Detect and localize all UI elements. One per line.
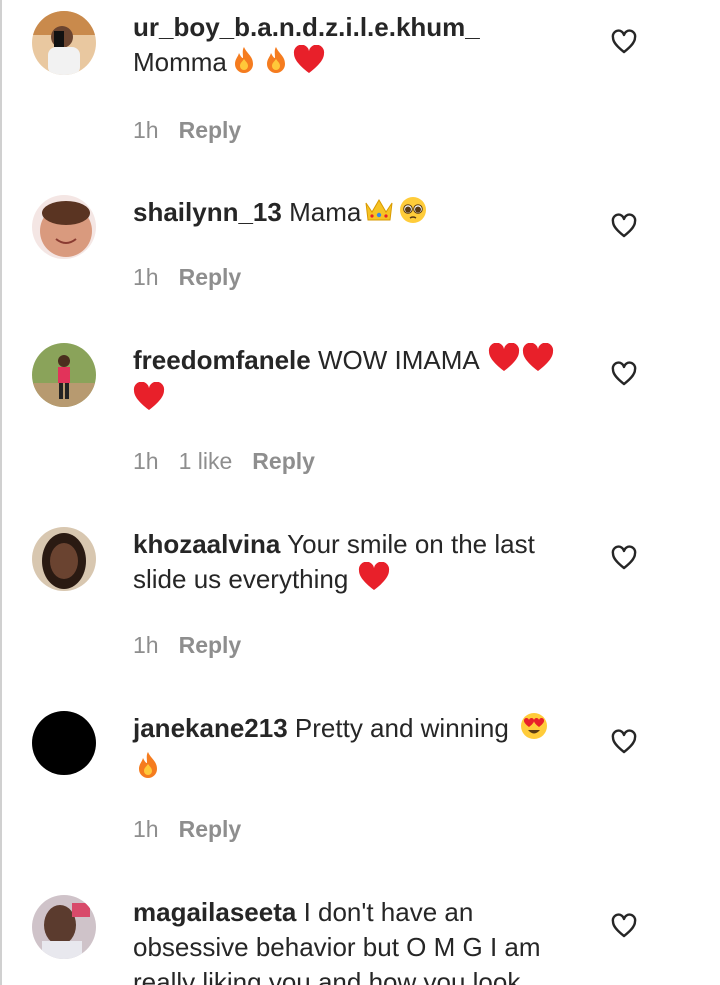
avatar[interactable] <box>32 895 96 959</box>
red-heart-icon <box>133 381 165 421</box>
comment-meta: 1h Reply <box>133 632 261 659</box>
like-heart-icon[interactable] <box>610 212 638 240</box>
comment-text: khozaalvina Your smile on the last slide… <box>133 527 583 601</box>
reply-button[interactable]: Reply <box>179 264 242 291</box>
comment-username[interactable]: ur_boy_b.a.n.d.z.i.l.e.khum_ <box>133 12 480 42</box>
red-heart-icon <box>358 561 390 601</box>
like-heart-icon[interactable] <box>610 912 638 940</box>
reply-button[interactable]: Reply <box>252 448 315 475</box>
fire-icon <box>229 45 259 84</box>
comment-body: Pretty and winning <box>294 713 509 743</box>
comment-time: 1h <box>133 816 159 842</box>
heart-eyes-icon <box>518 711 550 750</box>
comment-username[interactable]: magailaseeta <box>133 897 296 927</box>
comment-text: ur_boy_b.a.n.d.z.i.l.e.khum_ Momma <box>133 10 583 84</box>
comment-username[interactable]: freedomfanele <box>133 345 311 375</box>
red-heart-icon <box>488 342 520 382</box>
left-divider <box>0 0 2 985</box>
comment-text: magailaseeta I don't have an obsessive b… <box>133 895 583 985</box>
avatar[interactable] <box>32 11 96 75</box>
pleading-face-icon <box>397 195 429 234</box>
like-heart-icon[interactable] <box>610 28 638 56</box>
comment-item: magailaseeta I don't have an obsessive b… <box>0 883 720 985</box>
crown-icon <box>363 195 395 234</box>
like-heart-icon[interactable] <box>610 544 638 572</box>
reply-button[interactable]: Reply <box>179 632 242 659</box>
comment-meta: 1h Reply <box>133 816 261 843</box>
reply-button[interactable]: Reply <box>179 816 242 843</box>
comment-body: WOW IMAMA <box>317 345 479 375</box>
red-heart-icon <box>522 342 554 382</box>
comment-time: 1h <box>133 117 159 143</box>
comment-username[interactable]: janekane213 <box>133 713 288 743</box>
like-heart-icon[interactable] <box>610 728 638 756</box>
comment-text: janekane213 Pretty and winning <box>133 711 583 789</box>
comment-username[interactable]: khozaalvina <box>133 529 280 559</box>
reply-button[interactable]: Reply <box>179 117 242 144</box>
fire-icon <box>261 45 291 84</box>
comment-body: Momma <box>133 47 227 77</box>
comment-time: 1h <box>133 632 159 658</box>
comment-time: 1h <box>133 448 159 474</box>
comment-username[interactable]: shailynn_13 <box>133 197 282 227</box>
comment-time: 1h <box>133 264 159 290</box>
comment-meta: 1h Reply <box>133 264 261 291</box>
comment-body: Mama <box>289 197 362 227</box>
avatar[interactable] <box>32 711 96 775</box>
comment-text: shailynn_13 Mama <box>133 195 583 234</box>
avatar[interactable] <box>32 343 96 407</box>
comment-meta: 1h Reply <box>133 117 261 144</box>
like-heart-icon[interactable] <box>610 360 638 388</box>
avatar[interactable] <box>32 195 96 259</box>
comment-text: freedomfanele WOW IMAMA <box>133 342 583 421</box>
red-heart-icon <box>293 44 325 84</box>
comment-likes[interactable]: 1 like <box>179 448 233 475</box>
comment-meta: 1h 1 like Reply <box>133 448 335 475</box>
fire-icon <box>133 750 163 789</box>
avatar[interactable] <box>32 527 96 591</box>
